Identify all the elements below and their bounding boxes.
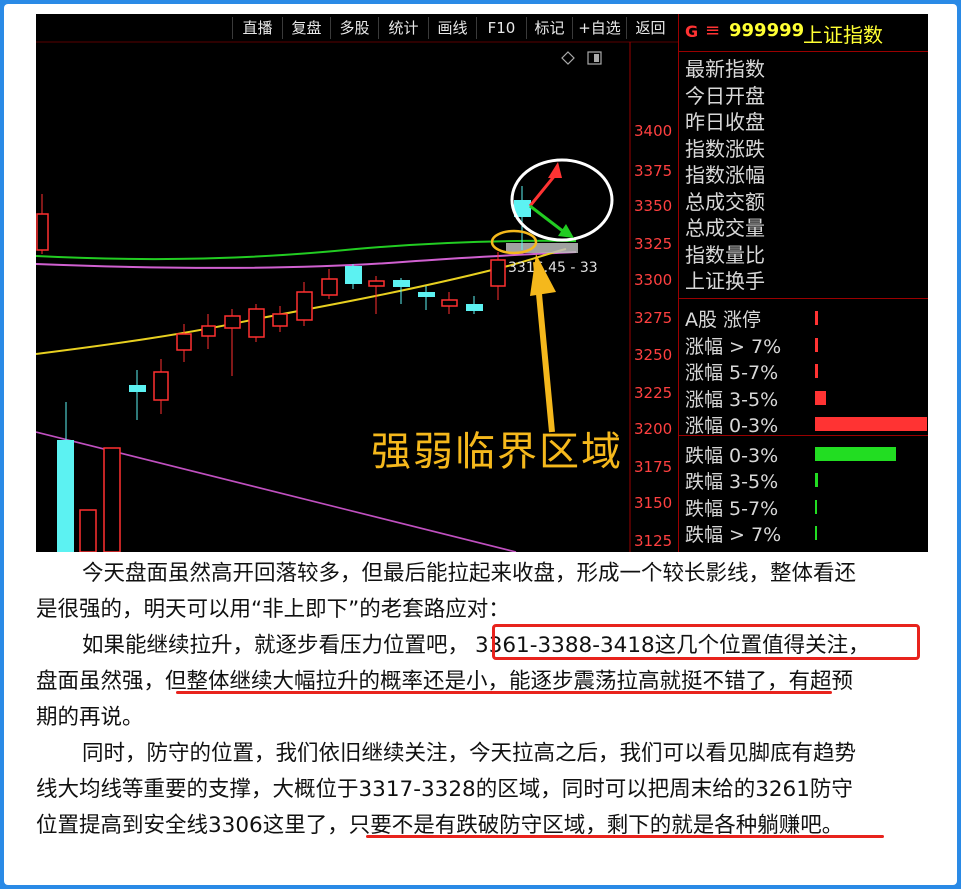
indicator-label: 指数量比 <box>685 242 765 267</box>
y-axis: 3400 3375 3350 3325 3300 3275 3250 3225 … <box>634 122 672 550</box>
y-tick: 3125 <box>634 532 672 550</box>
y-tick: 3150 <box>634 494 672 512</box>
paragraph-3a: 同时，防守的位置，我们依旧继续关注，今天拉高之后，我们可以看见脚底有趋势 <box>82 741 857 766</box>
breadth-label: 涨幅 5-7% <box>685 362 779 384</box>
breadth-row: 涨幅 5-7% <box>685 357 925 384</box>
breadth-label: 涨幅 0-3% <box>685 415 779 437</box>
down-arrow <box>529 204 565 234</box>
y-tick: 3275 <box>634 309 672 327</box>
toolbar: 直播 复盘 多股 统计 画线 F10 标记 +自选 返回 <box>36 14 678 42</box>
y-tick: 3225 <box>634 384 672 402</box>
y-tick: 3250 <box>634 346 672 364</box>
y-tick: 3325 <box>634 235 672 253</box>
draw-line-button[interactable]: 画线 <box>428 17 476 39</box>
breadth-bar <box>815 337 818 352</box>
paragraph-3c: 位置提高到安全线3306这里了，只要不是有跌破防守区域，剩下的就是各种躺赚吧。 <box>36 808 936 844</box>
breadth-label: 涨幅 > 7% <box>685 335 782 358</box>
red-highlight-box <box>492 624 920 660</box>
add-watchlist-button[interactable]: +自选 <box>572 17 626 39</box>
breadth-bar <box>815 499 817 514</box>
stock-code: 999999 <box>729 20 805 41</box>
breadth-label: 跌幅 5-7% <box>685 497 779 520</box>
indicator-label: 总成交量 <box>685 216 765 240</box>
red-underline-2 <box>366 835 884 838</box>
y-tick: 3375 <box>634 162 672 180</box>
breadth-row: A股 涨停 <box>685 304 925 331</box>
article-body: 今天盘面虽然高开回落较多，但最后能拉起来收盘，形成一个较长影线，整体看还 是很强… <box>36 556 936 844</box>
breadth-row: 跌幅 0-3% <box>685 440 925 467</box>
breadth-bar <box>815 417 927 431</box>
y-tick: 3300 <box>634 271 672 289</box>
indicator-list: 最新指数 今日开盘 昨日收盘 指数涨跌 指数涨幅 总成交额 总成交量 指数量比 … <box>685 56 765 295</box>
breadth-bar <box>815 526 817 540</box>
indicator-label: 昨日收盘 <box>685 110 765 134</box>
stock-name: 上证指数 <box>803 23 883 47</box>
indicator-label: 总成交额 <box>685 189 765 214</box>
live-button[interactable]: 直播 <box>232 17 282 39</box>
breadth-bar <box>815 446 896 461</box>
quote-header: G ≡ 999999 上证指数 <box>679 14 928 52</box>
stock-app-screenshot: 3316.45 - 33 3400 3375 3350 3325 3300 32… <box>36 14 928 552</box>
breadth-row: 跌幅 5-7% <box>685 493 925 520</box>
indicator-label: 今日开盘 <box>685 83 765 108</box>
paragraph-2b: 盘面虽然强，但整体继续大幅拉升的概率还是小，能逐步震荡拉高就挺不错了，有超预 <box>36 664 936 700</box>
breadth-bar <box>815 364 818 378</box>
y-tick: 3400 <box>634 122 672 140</box>
mark-button[interactable]: 标记 <box>526 17 572 39</box>
indicator-label: 指数涨跌 <box>685 136 765 161</box>
breadth-label: 跌幅 > 7% <box>685 524 782 546</box>
breadth-label: 跌幅 0-3% <box>685 444 779 467</box>
y-tick: 3350 <box>634 197 672 215</box>
paragraph-2c: 期的再说。 <box>36 705 144 730</box>
red-underline-1 <box>176 691 832 694</box>
paragraph-3c-pre: 位置提高到安全线3306这里了， <box>36 813 349 838</box>
quote-panel: G ≡ 999999 上证指数 最新指数 今日开盘 昨日收盘 指数涨跌 指数涨幅… <box>678 14 928 552</box>
breadth-label: 涨幅 3-5% <box>685 388 779 411</box>
breadth-bar <box>815 473 818 487</box>
panel-toggle-icon[interactable] <box>587 51 602 65</box>
paragraph-1a: 今天盘面虽然高开回落较多，但最后能拉起来收盘，形成一个较长影线，整体看还 <box>82 561 857 586</box>
f10-button[interactable]: F10 <box>476 17 526 39</box>
menu-icon[interactable]: ≡ <box>705 20 720 41</box>
breadth-bar <box>815 311 818 325</box>
g-icon[interactable]: G <box>685 22 698 41</box>
multi-stock-button[interactable]: 多股 <box>330 17 378 39</box>
breadth-row: 涨幅 > 7% <box>685 331 925 358</box>
breadth-label: 跌幅 3-5% <box>685 471 779 493</box>
review-button[interactable]: 复盘 <box>282 17 330 39</box>
price-label: 3316.45 - 33 <box>508 260 598 276</box>
paragraph-1b: 是很强的，明天可以用“非上即下”的老套路应对： <box>36 597 510 622</box>
breadth-row: 跌幅 > 7% <box>685 519 925 546</box>
y-tick: 3200 <box>634 420 672 438</box>
paragraph-2a-text: 如果能继续拉升，就逐步看压力位置吧， <box>82 633 470 658</box>
breadth-row: 涨幅 3-5% <box>685 384 925 411</box>
diamond-icon[interactable] <box>561 51 575 65</box>
back-button[interactable]: 返回 <box>626 17 674 39</box>
indicator-label: 上证换手 <box>685 269 765 293</box>
indicator-label: 指数涨幅 <box>685 163 765 187</box>
breadth-row: 涨幅 0-3% <box>685 410 927 437</box>
up-arrow <box>528 173 558 207</box>
paragraph-3b: 线大均线等重要的支撑，大概位于3317-3328的区域，同时可以把周末给的326… <box>36 777 853 802</box>
indicator-label: 最新指数 <box>685 57 765 81</box>
breadth-label: A股 涨停 <box>685 309 762 331</box>
breadth-row: 跌幅 3-5% <box>685 466 925 493</box>
divider <box>679 298 928 299</box>
y-tick: 3175 <box>634 458 672 476</box>
stats-button[interactable]: 统计 <box>378 17 428 39</box>
critical-zone-label: 强弱临界区域 <box>371 429 623 475</box>
breadth-bar <box>815 390 826 405</box>
paragraph-2b-pre: 盘面虽然强， <box>36 669 166 694</box>
candles <box>36 186 531 552</box>
